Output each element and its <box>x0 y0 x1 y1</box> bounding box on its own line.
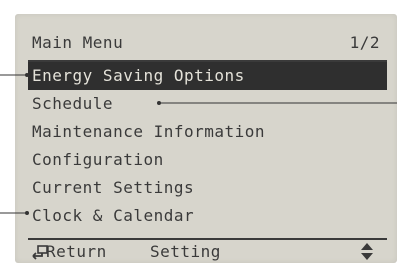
controller-screen-figure: Main Menu 1/2 Energy Saving Options Sche… <box>0 0 397 263</box>
callout-leader-lines <box>0 73 397 215</box>
leader-line-schedule <box>157 101 397 105</box>
leader-line-energy-saving <box>0 73 29 77</box>
leader-line-clock-calendar <box>0 211 29 215</box>
